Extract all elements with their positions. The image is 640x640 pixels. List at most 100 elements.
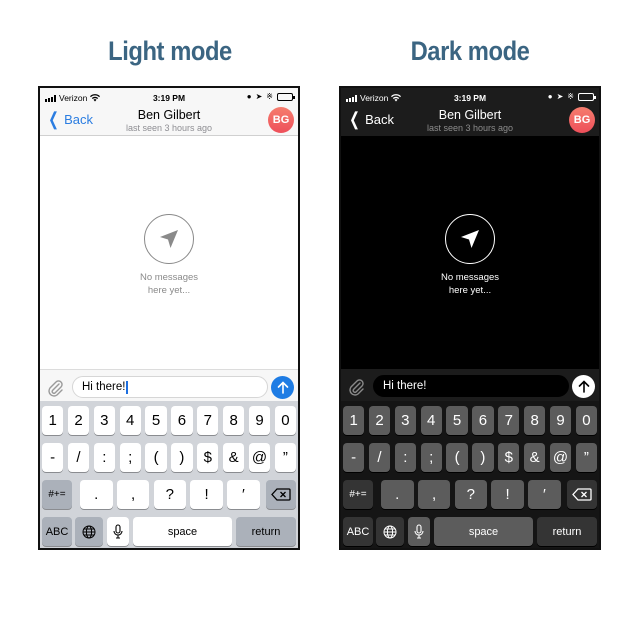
- key-5[interactable]: 5: [446, 406, 468, 435]
- composer-bar: Hi there!: [40, 369, 298, 405]
- avatar[interactable]: BG: [268, 107, 294, 133]
- key-symbol-2[interactable]: :: [394, 443, 416, 472]
- globe-key[interactable]: [376, 517, 404, 546]
- key-6[interactable]: 6: [472, 406, 494, 435]
- backspace-icon: [572, 488, 592, 501]
- key-punct-1[interactable]: ,: [116, 480, 150, 509]
- key-symbol-1[interactable]: /: [67, 443, 90, 472]
- symbols-shift-key[interactable]: #+=: [343, 480, 373, 509]
- send-button[interactable]: [271, 376, 294, 399]
- key-1[interactable]: 1: [343, 406, 365, 435]
- key-8[interactable]: 8: [524, 406, 546, 435]
- key-symbol-0[interactable]: -: [343, 443, 365, 472]
- abc-key[interactable]: ABC: [42, 517, 72, 546]
- globe-icon: [82, 525, 96, 538]
- key-symbol-7[interactable]: &: [524, 443, 546, 472]
- key-symbol-9[interactable]: ”: [575, 443, 597, 472]
- globe-key[interactable]: [75, 517, 103, 546]
- dictation-key[interactable]: [107, 517, 129, 546]
- delete-key[interactable]: [567, 480, 597, 509]
- key-punct-0[interactable]: .: [381, 480, 414, 509]
- key-label: 6: [478, 412, 488, 429]
- key-label: ): [179, 449, 185, 466]
- key-symbol-5[interactable]: ): [171, 443, 193, 472]
- key-6[interactable]: 6: [171, 406, 193, 435]
- key-punct-3[interactable]: !: [491, 480, 524, 509]
- key-punct-2[interactable]: ?: [153, 480, 187, 509]
- contact-name: Ben Gilbert: [137, 108, 201, 122]
- key-7[interactable]: 7: [498, 406, 520, 435]
- paperclip-icon[interactable]: [46, 378, 64, 398]
- send-plane-icon: [160, 230, 178, 248]
- key-0[interactable]: 0: [274, 406, 296, 435]
- arrow-up-icon: [578, 380, 589, 393]
- empty-state-circle: [144, 214, 194, 264]
- key-label: -: [50, 449, 56, 466]
- key-label: $: [504, 449, 513, 466]
- key-symbol-4[interactable]: (: [446, 443, 468, 472]
- key-symbol-8[interactable]: @: [248, 443, 271, 472]
- key-5[interactable]: 5: [145, 406, 167, 435]
- key-2[interactable]: 2: [67, 406, 90, 435]
- key-label: ′: [543, 486, 546, 503]
- key-4[interactable]: 4: [420, 406, 442, 435]
- key-punct-0[interactable]: .: [80, 480, 113, 509]
- key-label: &: [228, 449, 239, 466]
- key-symbol-1[interactable]: /: [368, 443, 391, 472]
- key-3[interactable]: 3: [394, 406, 416, 435]
- chat-header[interactable]: Ben Gilbert last seen 3 hours ago: [341, 108, 599, 133]
- key-9[interactable]: 9: [549, 406, 572, 435]
- key-symbol-0[interactable]: -: [42, 443, 64, 472]
- message-input[interactable]: Hi there!: [72, 376, 268, 398]
- backspace-icon: [271, 488, 291, 501]
- key-punct-1[interactable]: ,: [417, 480, 451, 509]
- key-symbol-6[interactable]: $: [498, 443, 520, 472]
- message-input[interactable]: Hi there!: [373, 375, 569, 397]
- avatar[interactable]: BG: [569, 107, 595, 133]
- key-symbol-3[interactable]: ;: [420, 443, 442, 472]
- key-4[interactable]: 4: [119, 406, 141, 435]
- abc-key[interactable]: ABC: [343, 517, 373, 546]
- key-symbol-3[interactable]: ;: [119, 443, 141, 472]
- paperclip-icon[interactable]: [347, 377, 365, 397]
- status-bar: Verizon 3:19 PM ● ➤ ※: [341, 88, 599, 108]
- empty-state: No messages here yet...: [341, 214, 599, 297]
- key-punct-2[interactable]: ?: [454, 480, 488, 509]
- key-label: return: [552, 525, 582, 538]
- key-8[interactable]: 8: [223, 406, 245, 435]
- key-symbol-5[interactable]: ): [472, 443, 494, 472]
- key-2[interactable]: 2: [368, 406, 391, 435]
- key-7[interactable]: 7: [197, 406, 219, 435]
- key-symbol-6[interactable]: $: [197, 443, 219, 472]
- key-punct-4[interactable]: ′: [227, 480, 260, 509]
- space-key[interactable]: space: [133, 517, 232, 546]
- key-0[interactable]: 0: [575, 406, 597, 435]
- return-key[interactable]: return: [236, 517, 296, 546]
- key-9[interactable]: 9: [248, 406, 271, 435]
- key-1[interactable]: 1: [42, 406, 64, 435]
- keyboard: 1 2 3 4 5 6 7 8 9 0 - /:; () $ & @ ” #+=.,?! ′ ABC space retu…: [40, 401, 298, 548]
- space-key[interactable]: space: [434, 517, 533, 546]
- key-symbol-4[interactable]: (: [145, 443, 167, 472]
- key-symbol-9[interactable]: ”: [274, 443, 296, 472]
- symbols-shift-key[interactable]: #+=: [42, 480, 72, 509]
- key-label: ′: [242, 486, 245, 503]
- dictation-key[interactable]: [408, 517, 430, 546]
- key-punct-3[interactable]: !: [190, 480, 223, 509]
- key-3[interactable]: 3: [93, 406, 115, 435]
- send-button[interactable]: [572, 375, 595, 398]
- bluetooth-icon: ※: [567, 92, 574, 101]
- key-label: /: [76, 449, 81, 466]
- empty-state: No messages here yet...: [40, 214, 298, 297]
- delete-key[interactable]: [266, 480, 296, 509]
- return-key[interactable]: return: [537, 517, 597, 546]
- key-label: 0: [582, 412, 591, 429]
- microphone-icon: [113, 524, 123, 539]
- key-label: :: [102, 449, 107, 466]
- key-punct-4[interactable]: ′: [528, 480, 561, 509]
- key-symbol-2[interactable]: :: [93, 443, 115, 472]
- key-symbol-7[interactable]: &: [223, 443, 245, 472]
- key-symbol-8[interactable]: @: [549, 443, 572, 472]
- chat-header[interactable]: Ben Gilbert last seen 3 hours ago: [40, 108, 298, 133]
- key-label: 3: [401, 412, 410, 429]
